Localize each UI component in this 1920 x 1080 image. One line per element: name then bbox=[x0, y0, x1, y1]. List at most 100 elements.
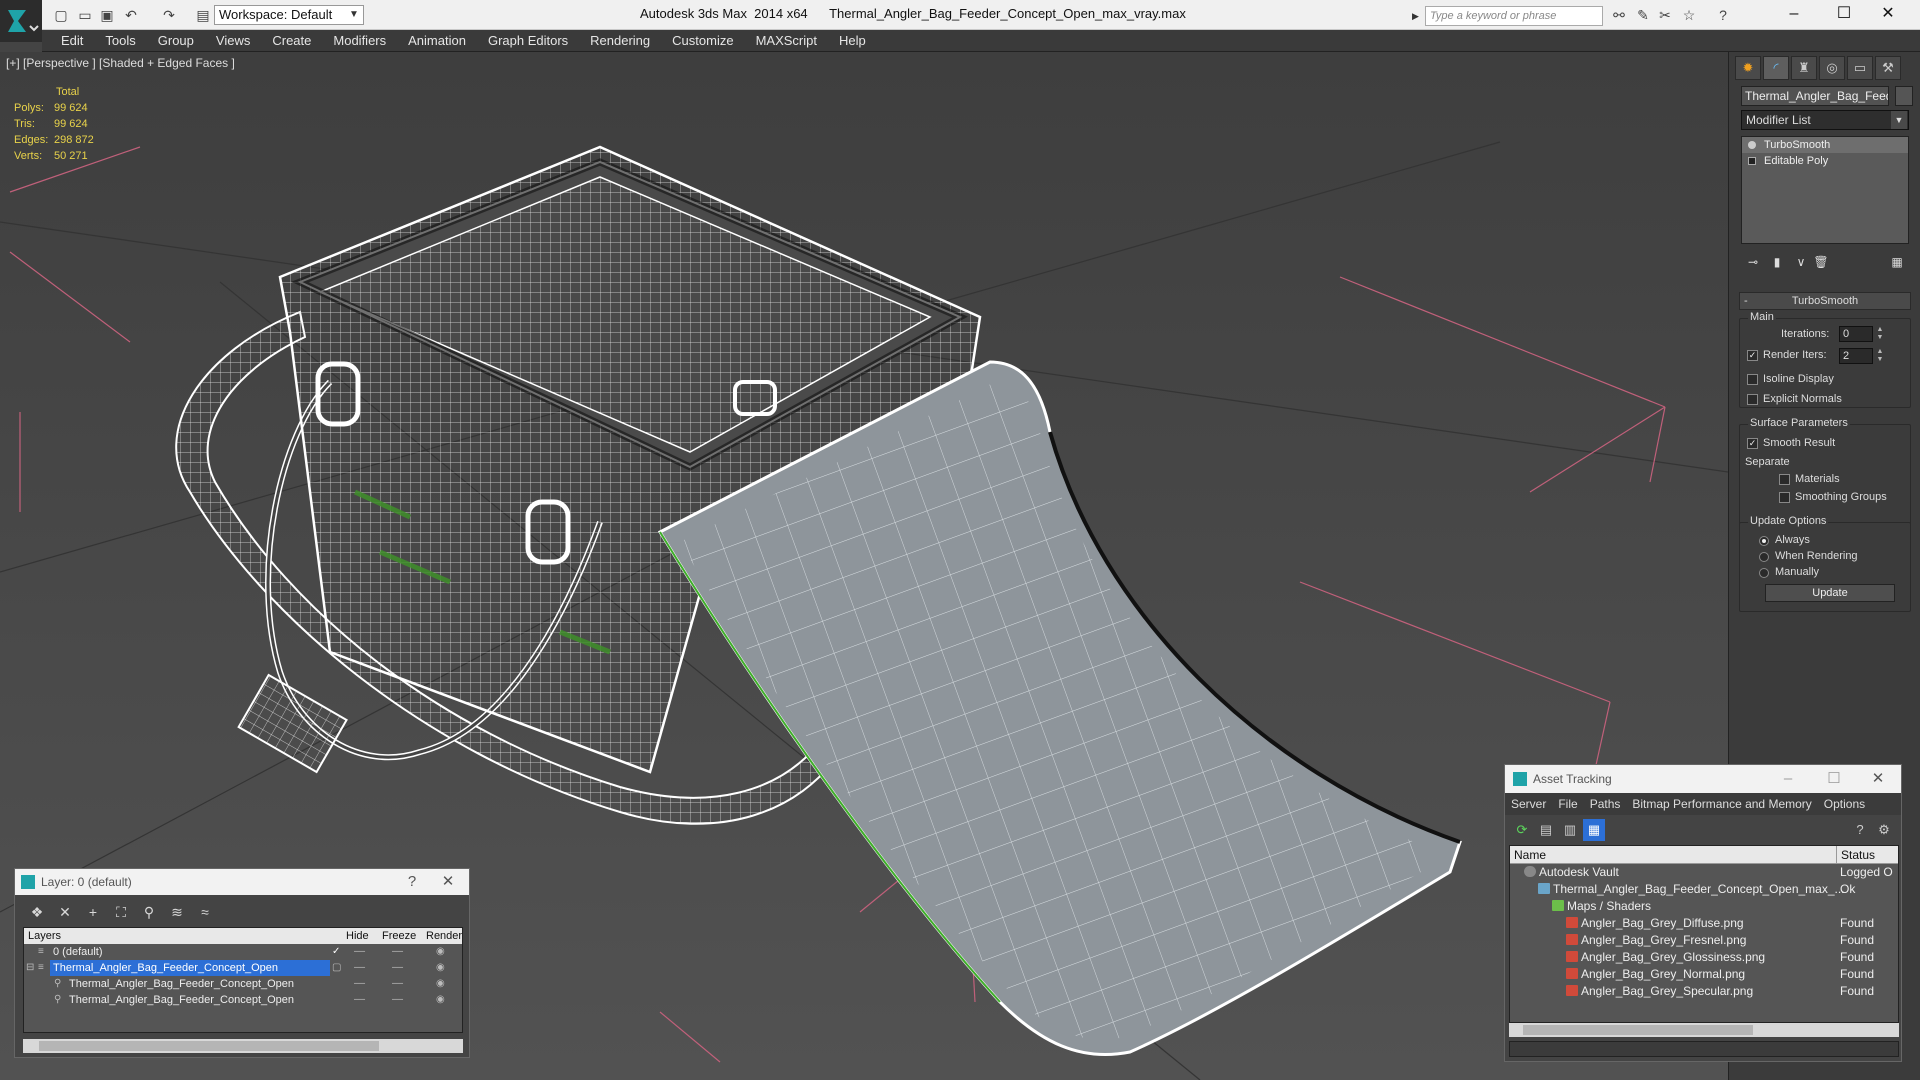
modify-tab-icon[interactable]: ◜ bbox=[1763, 56, 1789, 80]
close-icon[interactable]: ✕ bbox=[435, 871, 461, 893]
render-toggle-icon[interactable]: ◉ bbox=[436, 976, 445, 992]
highlight-layer-icon[interactable]: ⚲ bbox=[137, 901, 161, 923]
motion-tab-icon[interactable]: ◎ bbox=[1819, 56, 1845, 80]
layer-row[interactable]: ⚲ Thermal_Angler_Bag_Feeder_Concept_Open… bbox=[24, 976, 462, 992]
spinner-arrows-icon[interactable]: ▲ ▼ bbox=[1875, 348, 1885, 364]
collapse-icon[interactable]: - bbox=[1744, 293, 1748, 309]
redo-icon[interactable]: ↷ bbox=[160, 6, 178, 24]
hierarchy-tab-icon[interactable]: ♜ bbox=[1791, 56, 1817, 80]
update-manually-radio[interactable] bbox=[1759, 568, 1769, 578]
freeze-toggle-icon[interactable]: –– bbox=[392, 992, 403, 1008]
render-toggle-icon[interactable]: ◉ bbox=[436, 992, 445, 1008]
stack-item-editable-poly[interactable]: Editable Poly bbox=[1742, 153, 1908, 169]
new-file-icon[interactable]: ▢ bbox=[52, 6, 70, 24]
hide-toggle-icon[interactable]: –– bbox=[354, 976, 365, 992]
utilities-tab-icon[interactable]: ⚒ bbox=[1875, 56, 1901, 80]
modifier-list-dropdown[interactable]: Modifier List bbox=[1741, 110, 1909, 130]
chevron-down-icon[interactable]: ▼ bbox=[1891, 111, 1907, 129]
expand-icon[interactable] bbox=[1748, 157, 1756, 165]
pin-stack-icon[interactable]: ⊸ bbox=[1743, 252, 1763, 272]
layer-window-titlebar[interactable]: Layer: 0 (default) ? ✕ bbox=[15, 869, 469, 895]
search-input[interactable]: Type a keyword or phrase bbox=[1425, 6, 1603, 26]
favorites-icon[interactable]: ☆ bbox=[1680, 6, 1698, 24]
scrollbar-thumb[interactable] bbox=[39, 1041, 379, 1051]
select-objects-icon[interactable]: ⛶ bbox=[109, 901, 133, 923]
column-status[interactable]: Status bbox=[1836, 846, 1875, 864]
scrollbar-thumb[interactable] bbox=[1523, 1025, 1753, 1035]
add-to-layer-icon[interactable]: + bbox=[81, 901, 105, 923]
thumbnail-view-icon[interactable]: ▥ bbox=[1559, 819, 1581, 841]
help-icon[interactable]: ? bbox=[1714, 6, 1732, 24]
active-layer-check-icon[interactable]: ✓ bbox=[332, 944, 340, 960]
column-render[interactable]: Render bbox=[426, 928, 462, 944]
freeze-toggle-icon[interactable]: –– bbox=[392, 976, 403, 992]
search-expand-icon[interactable]: ▶ bbox=[1412, 8, 1422, 24]
menu-edit[interactable]: Edit bbox=[50, 30, 94, 52]
minimize-icon[interactable]: – bbox=[1772, 2, 1816, 26]
project-folder-icon[interactable]: ▤ bbox=[194, 6, 212, 24]
menu-group[interactable]: Group bbox=[147, 30, 205, 52]
close-icon[interactable]: ✕ bbox=[1866, 2, 1910, 26]
menu-options[interactable]: Options bbox=[1818, 793, 1871, 815]
viewport-label[interactable]: [+] [Perspective ] [Shaded + Edged Faces… bbox=[6, 56, 235, 70]
show-end-result-icon[interactable]: ▮ bbox=[1767, 252, 1787, 272]
configure-sets-icon[interactable]: ▦ bbox=[1887, 252, 1907, 272]
menu-create[interactable]: Create bbox=[261, 30, 322, 52]
asset-row[interactable]: Angler_Bag_Grey_Glossiness.png Found bbox=[1510, 949, 1898, 966]
menu-maxscript[interactable]: MAXScript bbox=[745, 30, 828, 52]
help-icon[interactable]: ? bbox=[1849, 819, 1871, 841]
column-name[interactable]: Name bbox=[1514, 846, 1546, 864]
menu-paths[interactable]: Paths bbox=[1584, 793, 1627, 815]
create-layer-icon[interactable]: ❖ bbox=[25, 901, 49, 923]
update-always-radio[interactable] bbox=[1759, 536, 1769, 546]
hide-all-icon[interactable]: ≋ bbox=[165, 901, 189, 923]
asset-row[interactable]: Angler_Bag_Grey_Diffuse.png Found bbox=[1510, 915, 1898, 932]
maximize-icon[interactable]: ☐ bbox=[1822, 2, 1866, 26]
column-layers[interactable]: Layers bbox=[28, 928, 61, 944]
save-icon[interactable]: ▣ bbox=[98, 6, 116, 24]
object-name[interactable]: Thermal_Angler_Bag_Feeder_Concept_Open bbox=[66, 976, 297, 992]
stack-item-turbosmooth[interactable]: TurboSmooth bbox=[1742, 137, 1908, 153]
asset-row[interactable]: Angler_Bag_Grey_Normal.png Found bbox=[1510, 966, 1898, 983]
app-logo[interactable] bbox=[0, 0, 42, 42]
remove-modifier-icon[interactable]: 🗑 bbox=[1811, 252, 1831, 272]
refresh-icon[interactable]: ⟳ bbox=[1511, 819, 1533, 841]
layer-row[interactable]: ⚲ Thermal_Angler_Bag_Feeder_Concept_Open… bbox=[24, 992, 462, 1008]
horizontal-scrollbar[interactable] bbox=[1509, 1023, 1899, 1037]
menu-views[interactable]: Views bbox=[205, 30, 261, 52]
spinner-arrows-icon[interactable]: ▲ ▼ bbox=[1875, 326, 1885, 342]
hide-toggle-icon[interactable]: –– bbox=[354, 944, 365, 960]
smoothing-groups-checkbox[interactable] bbox=[1779, 492, 1790, 503]
display-tab-icon[interactable]: ▭ bbox=[1847, 56, 1873, 80]
chevron-down-icon[interactable]: ▼ bbox=[346, 6, 362, 24]
update-when-rendering-radio[interactable] bbox=[1759, 552, 1769, 562]
asset-row[interactable]: Thermal_Angler_Bag_Feeder_Concept_Open_m… bbox=[1510, 881, 1898, 898]
delete-layer-icon[interactable]: ✕ bbox=[53, 901, 77, 923]
menu-animation[interactable]: Animation bbox=[397, 30, 477, 52]
collapse-icon[interactable]: ⊟ bbox=[26, 960, 34, 976]
menu-file[interactable]: File bbox=[1552, 793, 1583, 815]
menu-modifiers[interactable]: Modifiers bbox=[322, 30, 397, 52]
render-iters-checkbox[interactable]: ✓ bbox=[1747, 350, 1758, 361]
help-icon[interactable]: ? bbox=[399, 871, 425, 893]
horizontal-scrollbar[interactable] bbox=[23, 1039, 463, 1053]
workspace-dropdown[interactable]: Workspace: Default bbox=[214, 5, 364, 25]
layer-name[interactable]: 0 (default) bbox=[50, 944, 106, 960]
materials-checkbox[interactable] bbox=[1779, 474, 1790, 485]
menu-help[interactable]: Help bbox=[828, 30, 877, 52]
asset-row[interactable]: Maps / Shaders bbox=[1510, 898, 1898, 915]
create-tab-icon[interactable]: ✹ bbox=[1735, 56, 1761, 80]
iterations-spinner[interactable]: 0 bbox=[1839, 326, 1873, 342]
explicit-normals-checkbox[interactable] bbox=[1747, 394, 1758, 405]
freeze-toggle-icon[interactable]: –– bbox=[392, 960, 403, 976]
turbosmooth-rollout-title[interactable]: - TurboSmooth bbox=[1739, 292, 1911, 310]
tools-icon[interactable]: ✂ bbox=[1656, 6, 1674, 24]
active-layer-box-icon[interactable]: ▢ bbox=[332, 960, 341, 976]
undo-icon[interactable]: ↶ bbox=[122, 6, 140, 24]
layer-name[interactable]: Thermal_Angler_Bag_Feeder_Concept_Open bbox=[50, 960, 330, 976]
smooth-result-checkbox[interactable]: ✓ bbox=[1747, 438, 1758, 449]
freeze-toggle-icon[interactable]: –– bbox=[392, 944, 403, 960]
settings-icon[interactable]: ⚙ bbox=[1873, 819, 1895, 841]
open-file-icon[interactable]: ▭ bbox=[76, 6, 94, 24]
column-freeze[interactable]: Freeze bbox=[382, 928, 416, 944]
